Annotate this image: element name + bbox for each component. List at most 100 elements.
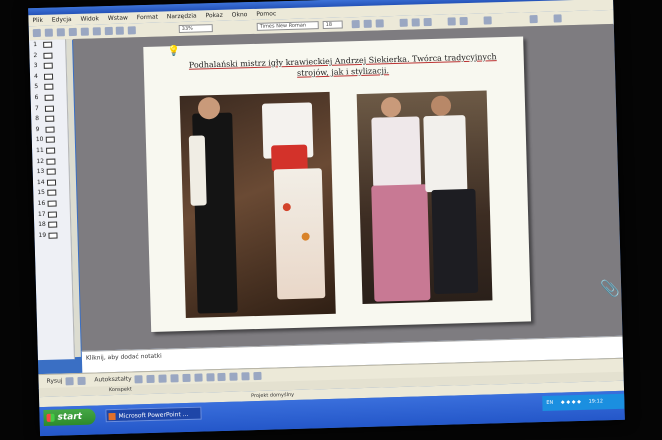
new-slide-icon[interactable] [553, 14, 562, 23]
line-icon[interactable] [134, 375, 143, 384]
slide-number: 10 [35, 136, 44, 144]
slide-number: 17 [37, 210, 46, 218]
menu-narzedzia[interactable]: Narzędzia [167, 13, 197, 21]
figure-woman2-dark-skirt [431, 188, 479, 295]
menu-pokaz[interactable]: Pokaz [205, 12, 222, 19]
slide-icon [43, 41, 53, 48]
menu-widok[interactable]: Widok [80, 15, 99, 23]
spellcheck-icon[interactable] [80, 27, 89, 36]
copy-icon[interactable] [104, 26, 113, 36]
slide-icon [43, 62, 53, 70]
open-icon[interactable] [44, 28, 53, 37]
slide-number: 2 [33, 51, 38, 59]
select-pointer-icon[interactable] [65, 377, 74, 386]
photo-two-women-in-costumes[interactable] [356, 90, 493, 305]
slide-icon [45, 136, 55, 144]
cut-icon[interactable] [92, 27, 101, 36]
italic-icon[interactable] [363, 19, 372, 28]
figure-woman-head [380, 96, 402, 118]
slide-icon [48, 232, 58, 239]
paste-icon[interactable] [116, 26, 125, 35]
font-color-icon[interactable] [483, 16, 492, 25]
slide-icon [46, 158, 56, 165]
slide-icon [45, 126, 55, 133]
taskbar-item-powerpoint[interactable]: Microsoft PowerPoint ... [105, 406, 202, 423]
slide-number: 18 [38, 220, 46, 229]
slide-number: 7 [34, 104, 39, 112]
draw-menu[interactable]: Rysuj [46, 377, 62, 384]
bold-icon[interactable] [351, 20, 360, 29]
menu-okno[interactable]: Okno [232, 11, 248, 18]
slide-number: 5 [34, 83, 39, 91]
line-color-icon[interactable] [217, 372, 227, 382]
slide-icon [43, 73, 54, 80]
office-assistant-icon[interactable]: 📎 [600, 279, 620, 299]
figure-woman-blouse [371, 116, 422, 188]
underline-icon[interactable] [375, 19, 384, 28]
undo-icon[interactable] [128, 26, 137, 35]
menu-wstaw[interactable]: Wstaw [108, 14, 128, 22]
slide-number: 14 [36, 178, 45, 186]
slide-number: 4 [33, 72, 38, 80]
slide-pane: 💡 Podhalański mistrz igły krawieckiej An… [73, 23, 623, 351]
photo-tailor-with-costume[interactable] [179, 91, 336, 318]
bullets-icon[interactable] [459, 16, 468, 26]
font-color-icon[interactable] [229, 372, 239, 381]
align-center-icon[interactable] [411, 18, 420, 27]
figure-woman2-shawl [423, 115, 468, 193]
powerpoint-icon [108, 412, 116, 421]
numbering-icon[interactable] [447, 17, 456, 26]
wordart-icon[interactable] [194, 373, 203, 382]
arrow-icon[interactable] [146, 374, 155, 384]
slide-number: 9 [35, 125, 40, 133]
costume-bodice [271, 144, 308, 172]
menu-edycja[interactable]: Edycja [52, 16, 72, 24]
design-icon[interactable] [529, 15, 538, 24]
language-indicator[interactable]: EN [546, 400, 553, 406]
start-button[interactable]: start [43, 408, 96, 426]
windows-flag-icon [46, 413, 55, 422]
rotate-icon[interactable] [77, 376, 86, 386]
align-right-icon[interactable] [423, 17, 432, 27]
slide-icon [47, 200, 57, 207]
clock[interactable]: 19:12 [589, 398, 604, 404]
outline-list: 1 2 3 4 5 6 7 8 9 10 11 12 13 14 15 16 17 18 19 [29, 39, 71, 241]
slide[interactable]: 💡 Podhalański mistrz igły krawieckiej An… [143, 36, 532, 332]
lightbulb-icon[interactable]: 💡 [167, 46, 180, 57]
slide-title[interactable]: Podhalański mistrz igły krawieckiej Andr… [178, 51, 508, 82]
slide-icon [46, 147, 56, 154]
rectangle-icon[interactable] [158, 374, 167, 383]
oval-icon[interactable] [170, 374, 179, 383]
notes-placeholder: Kliknij, aby dodać notatki [85, 352, 162, 362]
slide-icon [47, 211, 57, 218]
zoom-select[interactable]: 33% [178, 24, 213, 34]
tray-icons[interactable]: ◆ ◆ ◆ ◆ [561, 399, 581, 406]
align-left-icon[interactable] [399, 18, 408, 27]
slide-icon [45, 115, 55, 122]
menu-pomoc[interactable]: Pomoc [256, 10, 276, 18]
new-icon[interactable] [32, 28, 41, 38]
font-select[interactable]: Times New Roman [256, 21, 319, 31]
slide-number: 6 [34, 93, 39, 102]
menu-plik[interactable]: Plik [32, 17, 43, 24]
outline-slide-row[interactable]: 19 [34, 230, 70, 242]
save-icon[interactable] [56, 28, 65, 37]
slide-number: 1 [33, 41, 38, 49]
slide-icon [47, 189, 57, 197]
tab-outline[interactable]: Konspekt [109, 387, 132, 394]
slide-icon [44, 105, 55, 112]
print-icon[interactable] [68, 27, 77, 37]
menu-format[interactable]: Format [137, 14, 158, 22]
screen: Plik Edycja Widok Wstaw Format Narzędzia… [28, 0, 625, 437]
line-style-icon[interactable] [241, 372, 250, 381]
slide-icon [44, 83, 54, 91]
slide-icon [48, 221, 58, 228]
shadow-icon[interactable] [253, 371, 262, 381]
autoshapes-menu[interactable]: Autokształty [94, 376, 132, 384]
font-size-select[interactable]: 18 [322, 20, 343, 30]
design-template-label: Projekt domyślny [250, 391, 295, 400]
textbox-icon[interactable] [182, 373, 191, 383]
slide-icon [46, 179, 57, 186]
fill-color-icon[interactable] [205, 373, 215, 382]
slide-icon [44, 94, 54, 101]
